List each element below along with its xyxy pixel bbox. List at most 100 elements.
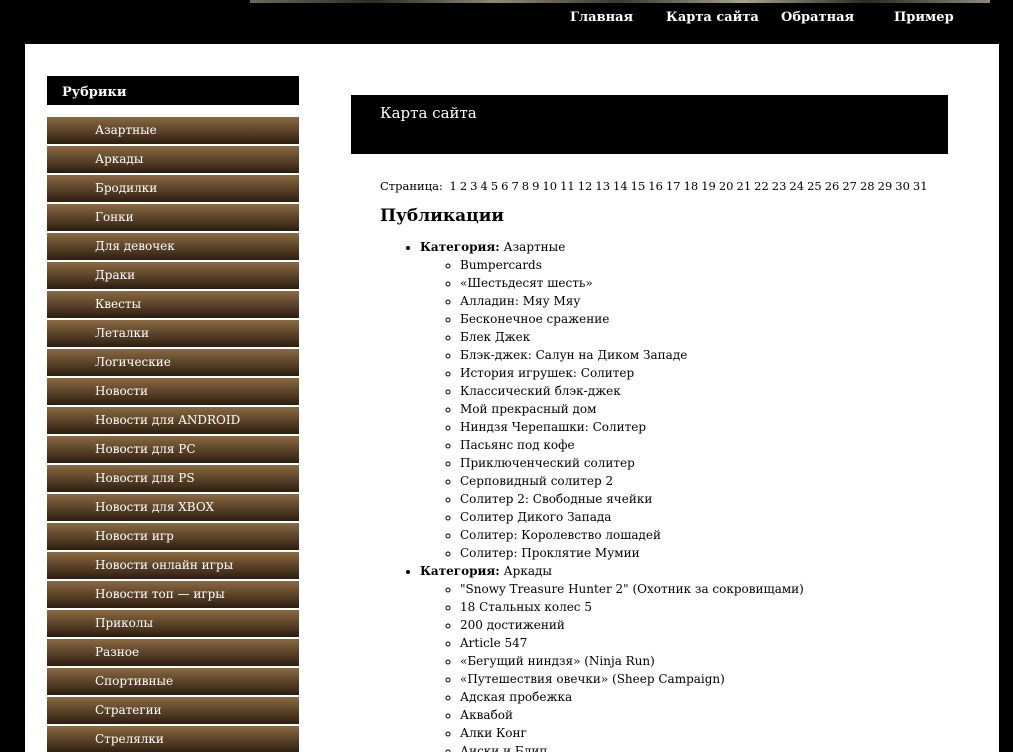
sidebar-category-item[interactable]: Квесты <box>47 291 299 318</box>
post-list: "Snowy Treasure Hunter 2" (Охотник за со… <box>420 580 940 752</box>
post-link[interactable]: Аиски и Блип <box>460 744 547 752</box>
post-list-item: 200 достижений <box>460 616 940 634</box>
category-prefix: Категория: <box>420 240 500 254</box>
nav-sitemap-link[interactable]: Карта сайта <box>666 10 759 25</box>
post-link[interactable]: 200 достижений <box>460 618 565 632</box>
category-name-link[interactable]: Аркады <box>504 564 552 578</box>
post-link[interactable]: 18 Стальных колес 5 <box>460 600 592 614</box>
post-link[interactable]: Пасьянс под кофе <box>460 438 575 452</box>
sidebar-category-item[interactable]: Новости <box>47 378 299 405</box>
page-link[interactable]: 24 <box>789 179 804 193</box>
page-link[interactable]: 5 <box>491 179 498 193</box>
post-list-item: Бесконечное сражение <box>460 310 940 328</box>
sidebar-category-item[interactable]: Азартные <box>47 117 299 144</box>
page-link[interactable]: 1 <box>450 179 457 193</box>
post-link[interactable]: Солитер: Королевство лошадей <box>460 528 661 542</box>
category-name-link[interactable]: Азартные <box>504 240 566 254</box>
sidebar-category-item[interactable]: Новости для XBOX <box>47 494 299 521</box>
sidebar-category-item[interactable]: Для девочек <box>47 233 299 260</box>
page-link[interactable]: 20 <box>719 179 734 193</box>
sidebar-category-item[interactable]: Новости для PS <box>47 465 299 492</box>
nav-feedback-link[interactable]: Обратная <box>781 10 854 25</box>
post-link[interactable]: «Бегущий ниндзя» (Ninja Run) <box>460 654 655 668</box>
sidebar-category-item[interactable]: Стрелялки <box>47 726 299 752</box>
post-link[interactable]: Приключенческий солитер <box>460 456 635 470</box>
post-list-item: Классический блэк-джек <box>460 382 940 400</box>
page-link[interactable]: 27 <box>842 179 857 193</box>
sidebar-category-item[interactable]: Гонки <box>47 204 299 231</box>
page-link[interactable]: 12 <box>578 179 593 193</box>
page-link[interactable]: 25 <box>807 179 822 193</box>
sidebar-category-item[interactable]: Новости игр <box>47 523 299 550</box>
page-link[interactable]: 16 <box>648 179 663 193</box>
page-link[interactable]: 13 <box>595 179 610 193</box>
page-link[interactable]: 21 <box>737 179 752 193</box>
page-link[interactable]: 11 <box>560 179 575 193</box>
sidebar-category-item[interactable]: Новости топ — игры <box>47 581 299 608</box>
page-link[interactable]: 15 <box>631 179 646 193</box>
page-link[interactable]: 29 <box>878 179 893 193</box>
post-link[interactable]: Солитер 2: Свободные ячейки <box>460 492 652 506</box>
post-list-item: «Шестьдесят шесть» <box>460 274 940 292</box>
nav-example-link[interactable]: Пример <box>894 10 954 25</box>
post-link[interactable]: Article 547 <box>460 636 527 650</box>
page-link[interactable]: 10 <box>542 179 557 193</box>
page-link[interactable]: 23 <box>772 179 787 193</box>
page-link[interactable]: 6 <box>501 179 508 193</box>
post-link[interactable]: Адская пробежка <box>460 690 572 704</box>
post-link[interactable]: Классический блэк-джек <box>460 384 621 398</box>
page-link[interactable]: 31 <box>913 179 928 193</box>
post-link[interactable]: Алки Конг <box>460 726 527 740</box>
sidebar-category-item[interactable]: Драки <box>47 262 299 289</box>
post-list-item: Серповидный солитер 2 <box>460 472 940 490</box>
page-link[interactable]: 3 <box>470 179 477 193</box>
post-link[interactable]: Блэк-джек: Салун на Диком Западе <box>460 348 687 362</box>
header: Главная Карта сайта Обратная Пример <box>0 0 1013 44</box>
sidebar-category-item[interactable]: Новости онлайн игры <box>47 552 299 579</box>
page-link[interactable]: 30 <box>895 179 910 193</box>
post-link[interactable]: Аквабой <box>460 708 513 722</box>
post-link[interactable]: Блек Джек <box>460 330 530 344</box>
post-link[interactable]: «Путешествия овечки» (Sheep Campaign) <box>460 672 725 686</box>
category-entry: Категория: Азартные Bumpercards «Шестьдеся… <box>420 238 940 562</box>
post-list-item: Аиски и Блип <box>460 742 940 752</box>
page-link[interactable]: 2 <box>460 179 467 193</box>
page-link[interactable]: 26 <box>825 179 840 193</box>
post-link[interactable]: Мой прекрасный дом <box>460 402 596 416</box>
page-link[interactable]: 14 <box>613 179 628 193</box>
sidebar-category-item[interactable]: Разное <box>47 639 299 666</box>
post-link[interactable]: История игрушек: Солитер <box>460 366 634 380</box>
page-link[interactable]: 18 <box>684 179 699 193</box>
page-link[interactable]: 28 <box>860 179 875 193</box>
page-link[interactable]: 7 <box>511 179 518 193</box>
post-link[interactable]: Серповидный солитер 2 <box>460 474 613 488</box>
sidebar-category-item[interactable]: Новости для PC <box>47 436 299 463</box>
post-link[interactable]: Bumpercards <box>460 258 542 272</box>
post-link[interactable]: Ниндзя Черепашки: Солитер <box>460 420 646 434</box>
sidebar-category-item[interactable]: Стратегии <box>47 697 299 724</box>
post-link[interactable]: Алладин: Мяу Мяу <box>460 294 580 308</box>
page-link[interactable]: 8 <box>522 179 529 193</box>
nav-home-link[interactable]: Главная <box>570 10 633 25</box>
page-link[interactable]: 17 <box>666 179 681 193</box>
page-link[interactable]: 9 <box>532 179 539 193</box>
page-link[interactable]: 4 <box>480 179 487 193</box>
post-link[interactable]: Бесконечное сражение <box>460 312 609 326</box>
sidebar-category-item[interactable]: Приколы <box>47 610 299 637</box>
post-list-item: Адская пробежка <box>460 688 940 706</box>
post-link[interactable]: Солитер Дикого Запада <box>460 510 611 524</box>
sidebar-category-item[interactable]: Спортивные <box>47 668 299 695</box>
post-link[interactable]: «Шестьдесят шесть» <box>460 276 593 290</box>
page-link[interactable]: 22 <box>754 179 769 193</box>
section-title: Публикации <box>380 206 504 226</box>
sidebar-category-item[interactable]: Логические <box>47 349 299 376</box>
sidebar-category-item[interactable]: Бродилки <box>47 175 299 202</box>
post-link[interactable]: Солитер: Проклятие Мумии <box>460 546 640 560</box>
post-list-item: "Snowy Treasure Hunter 2" (Охотник за со… <box>460 580 940 598</box>
sitemap-tree: Категория: Азартные Bumpercards «Шестьдеся… <box>380 238 940 752</box>
sidebar-category-item[interactable]: Новости для ANDROID <box>47 407 299 434</box>
post-link[interactable]: "Snowy Treasure Hunter 2" (Охотник за со… <box>460 582 804 596</box>
sidebar-category-item[interactable]: Леталки <box>47 320 299 347</box>
sidebar-category-item[interactable]: Аркады <box>47 146 299 173</box>
page-link[interactable]: 19 <box>701 179 716 193</box>
